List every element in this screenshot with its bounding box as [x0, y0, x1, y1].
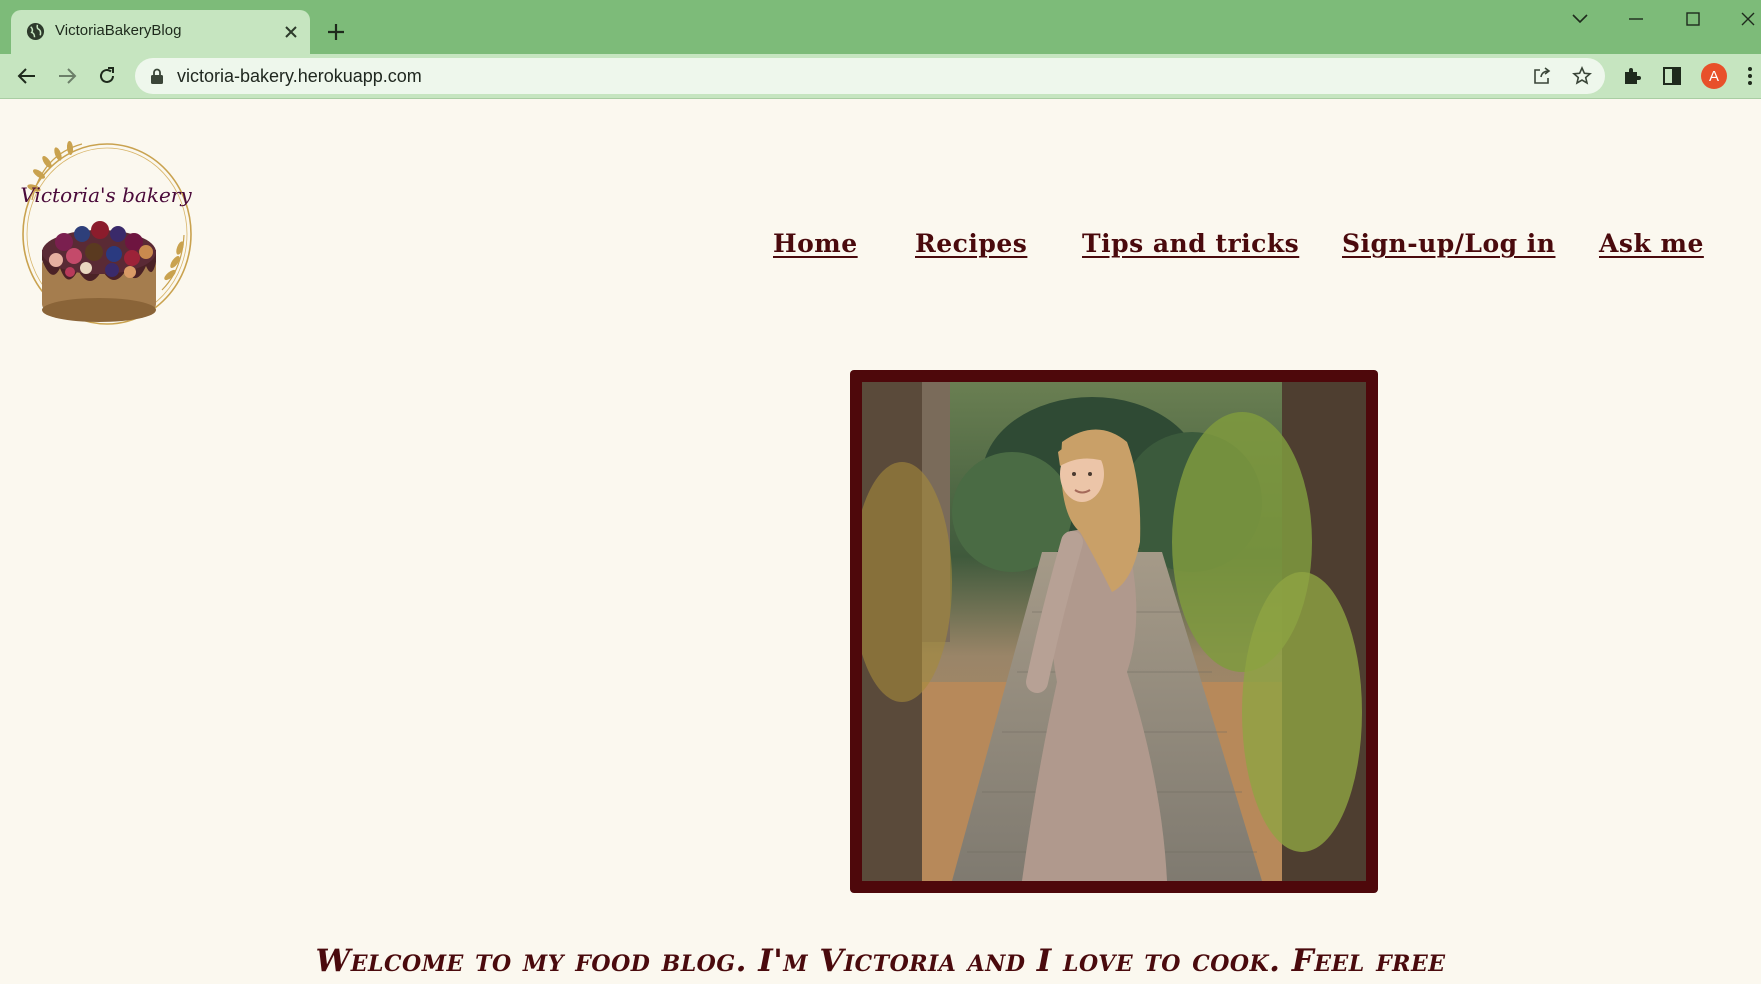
- minimize-icon[interactable]: [1620, 6, 1652, 32]
- browser-tab-strip: VictoriaBakeryBlog: [0, 0, 1761, 54]
- welcome-text: Welcome to my food blog. I'm Victoria an…: [315, 943, 1446, 979]
- page-viewport: Victoria's bakery Home Recipes Tips and …: [0, 100, 1761, 984]
- tab-title: VictoriaBakeryBlog: [55, 22, 182, 39]
- portrait-frame: [850, 370, 1378, 893]
- kebab-menu-icon[interactable]: [1740, 62, 1760, 90]
- svg-text:Victoria's bakery: Victoria's bakery: [20, 183, 192, 207]
- new-tab-icon[interactable]: [325, 21, 347, 43]
- bakery-logo[interactable]: Victoria's bakery: [12, 130, 198, 326]
- browser-toolbar: victoria-bakery.herokuapp.com A: [0, 54, 1761, 99]
- nav-link-tips[interactable]: Tips and tricks: [1082, 229, 1299, 258]
- back-arrow-icon[interactable]: [13, 62, 41, 90]
- browser-tab[interactable]: VictoriaBakeryBlog: [11, 10, 310, 54]
- extensions-icon[interactable]: [1618, 62, 1646, 90]
- nav-link-signup[interactable]: Sign-up/Log in: [1342, 229, 1555, 258]
- forward-arrow-icon[interactable]: [53, 62, 81, 90]
- portrait-illustration: [862, 382, 1366, 881]
- nav-link-recipes[interactable]: Recipes: [915, 229, 1027, 258]
- portrait-photo: [862, 382, 1366, 881]
- side-panel-icon[interactable]: [1658, 62, 1686, 90]
- nav-link-home[interactable]: Home: [773, 229, 858, 258]
- maximize-icon[interactable]: [1677, 6, 1709, 32]
- reload-icon[interactable]: [93, 62, 121, 90]
- url-text[interactable]: victoria-bakery.herokuapp.com: [177, 66, 422, 87]
- lock-icon[interactable]: [150, 68, 164, 84]
- profile-avatar[interactable]: A: [1701, 63, 1727, 89]
- share-icon[interactable]: [1530, 65, 1554, 87]
- globe-icon: [26, 22, 45, 41]
- main-navigation: Home Recipes Tips and tricks Sign-up/Log…: [0, 229, 1761, 269]
- nav-link-ask[interactable]: Ask me: [1599, 229, 1704, 258]
- close-window-icon[interactable]: [1734, 6, 1761, 32]
- bookmark-star-icon[interactable]: [1570, 65, 1594, 87]
- close-tab-icon[interactable]: [281, 22, 301, 42]
- address-bar[interactable]: victoria-bakery.herokuapp.com: [135, 58, 1605, 94]
- tab-search-icon[interactable]: [1564, 6, 1596, 32]
